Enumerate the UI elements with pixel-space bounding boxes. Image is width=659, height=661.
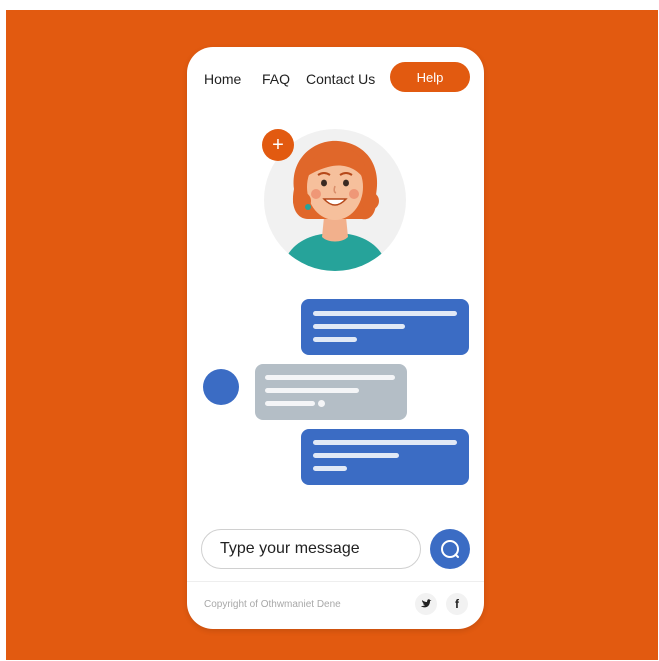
sender-avatar <box>203 369 239 405</box>
message-line <box>313 337 357 342</box>
message-line <box>313 311 457 316</box>
search-icon <box>441 540 459 558</box>
nav-faq-link[interactable]: FAQ <box>262 71 290 87</box>
message-line <box>265 375 395 380</box>
outgoing-message-bubble <box>301 429 469 485</box>
copyright-text: Copyright of Othwmaniet Dene <box>204 599 341 610</box>
outgoing-message-bubble <box>301 299 469 355</box>
message-line <box>265 388 359 393</box>
typing-dot <box>318 400 325 407</box>
nav-contact-link[interactable]: Contact Us <box>306 71 375 87</box>
message-input[interactable] <box>201 529 421 569</box>
message-line <box>313 324 405 329</box>
nav-home-link[interactable]: Home <box>204 71 241 87</box>
top-nav: Home FAQ Contact Us Help <box>187 47 484 107</box>
message-line <box>313 453 399 458</box>
bird-icon <box>421 599 432 608</box>
footer-divider <box>187 581 484 582</box>
add-button[interactable]: + <box>262 129 294 161</box>
message-line <box>313 466 347 471</box>
facebook-icon[interactable]: f <box>446 593 468 615</box>
message-line <box>313 440 457 445</box>
phone-frame: Home FAQ Contact Us Help + Type your mes… <box>187 47 484 629</box>
twitter-icon[interactable] <box>415 593 437 615</box>
message-line <box>265 401 315 406</box>
incoming-message-bubble <box>255 364 407 420</box>
help-button[interactable]: Help <box>390 62 470 92</box>
send-button[interactable] <box>430 529 470 569</box>
